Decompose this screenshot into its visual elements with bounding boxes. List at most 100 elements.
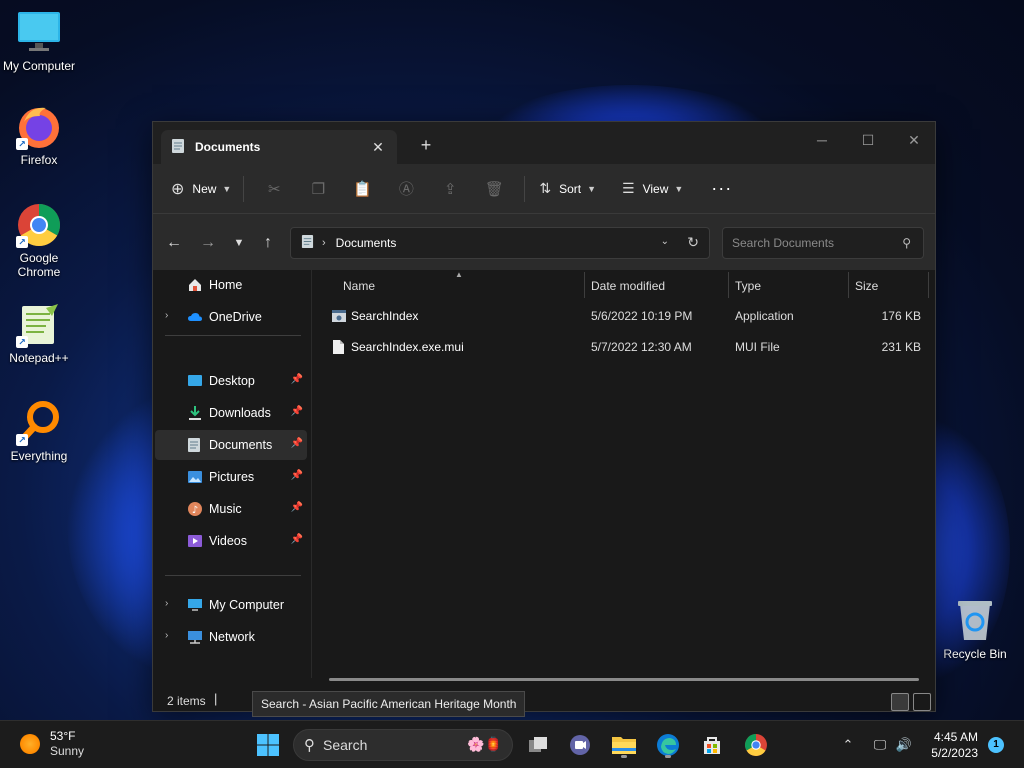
desktop-icon-notepadpp[interactable]: ↗ Notepad++: [0, 302, 78, 365]
delete-icon[interactable]: 🗑: [480, 175, 508, 203]
close-tab-icon[interactable]: ✕: [369, 138, 387, 156]
pin-icon[interactable]: 📌: [291, 406, 303, 417]
refresh-icon[interactable]: ↻: [687, 234, 699, 251]
chevron-right-icon[interactable]: ›: [165, 630, 168, 641]
clock[interactable]: 4:45 AM 5/2/2023: [928, 729, 978, 761]
new-tab-button[interactable]: +: [415, 134, 437, 156]
view-button[interactable]: ☰ View ▼: [622, 173, 683, 205]
taskbar-search[interactable]: ⚲ 🌸🏮: [293, 729, 513, 761]
breadcrumb[interactable]: Documents: [336, 236, 397, 250]
share-icon[interactable]: ⇪: [436, 175, 464, 203]
chevron-down-icon[interactable]: ⌄: [661, 236, 669, 247]
nav-item-downloads[interactable]: Downloads 📌: [155, 398, 307, 428]
nav-item-desktop[interactable]: Desktop 📌: [155, 366, 307, 396]
column-header-type[interactable]: Type: [727, 272, 847, 300]
address-bar[interactable]: › Documents ⌄ ↻: [290, 227, 710, 259]
close-window-button[interactable]: ✕: [891, 126, 937, 154]
desktop-icon-label: Recycle Bin: [943, 647, 1007, 661]
pin-icon[interactable]: 📌: [291, 502, 303, 513]
column-header-date[interactable]: Date modified: [583, 272, 727, 300]
pin-icon[interactable]: 📌: [291, 534, 303, 545]
column-header-size[interactable]: Size: [847, 272, 927, 300]
pin-icon[interactable]: 📌: [291, 470, 303, 481]
search-input[interactable]: [723, 228, 888, 258]
task-view-button[interactable]: [522, 729, 554, 761]
paste-icon[interactable]: 📋: [348, 175, 376, 203]
details-view-icon[interactable]: [891, 693, 909, 711]
videos-icon: [187, 533, 203, 549]
nav-item-videos[interactable]: Videos 📌: [155, 526, 307, 556]
chevron-up-icon[interactable]: ⌃: [838, 735, 858, 755]
copy-icon[interactable]: ❐: [304, 175, 332, 203]
chevron-right-icon[interactable]: ›: [165, 310, 168, 321]
shortcut-arrow-icon: ↗: [16, 138, 28, 150]
tab-documents[interactable]: Documents ✕: [161, 130, 397, 164]
nav-divider: [165, 575, 301, 576]
table-row[interactable]: SearchIndex.exe.mui 5/7/2022 12:30 AM MU…: [321, 332, 929, 362]
tab-title: Documents: [195, 140, 261, 154]
cut-icon[interactable]: ✂: [260, 175, 288, 203]
network-icon[interactable]: 🖵: [870, 735, 890, 755]
desktop-icon-chrome[interactable]: ↗ Google Chrome: [0, 202, 78, 279]
monitor-icon: [187, 597, 203, 613]
start-button[interactable]: [252, 729, 284, 761]
file-date: 5/7/2022 12:30 AM: [591, 340, 692, 354]
nav-item-network[interactable]: › Network: [155, 622, 307, 652]
chevron-right-icon[interactable]: ›: [165, 598, 168, 609]
toolbar-divider: [243, 175, 245, 202]
pin-icon[interactable]: 📌: [291, 438, 303, 449]
desktop-icon-my-computer[interactable]: My Computer: [0, 10, 78, 73]
running-indicator: [621, 755, 627, 758]
file-explorer-button[interactable]: [608, 729, 640, 761]
taskbar-search-input[interactable]: [323, 737, 443, 753]
desktop-icon-recycle-bin[interactable]: Recycle Bin: [936, 598, 1014, 661]
large-icons-view-icon[interactable]: [913, 693, 931, 711]
desktop-icon-label: Google Chrome: [17, 251, 61, 279]
nav-item-my-computer[interactable]: › My Computer: [155, 590, 307, 620]
column-divider[interactable]: [928, 272, 929, 298]
chrome-icon: [745, 734, 767, 756]
store-button[interactable]: [696, 729, 728, 761]
teams-chat-button[interactable]: [564, 729, 596, 761]
minimize-button[interactable]: ─: [799, 126, 845, 154]
plus-circle-icon: ⊕: [171, 180, 185, 198]
nav-item-pictures[interactable]: Pictures 📌: [155, 462, 307, 492]
nav-item-music[interactable]: ♪ Music 📌: [155, 494, 307, 524]
sort-label: Sort: [559, 181, 582, 196]
svg-text:♪: ♪: [192, 505, 198, 516]
up-arrow-icon[interactable]: ↑: [256, 231, 280, 255]
pin-icon[interactable]: 📌: [291, 374, 303, 385]
documents-icon: [187, 437, 203, 453]
nav-item-documents[interactable]: Documents 📌: [155, 430, 307, 460]
status-separator: |: [214, 691, 218, 706]
weather-widget[interactable]: 53°F Sunny: [20, 729, 84, 759]
notification-badge[interactable]: 1: [988, 737, 1004, 753]
file-size: 176 KB: [881, 309, 921, 323]
back-arrow-icon[interactable]: ←: [162, 231, 186, 255]
recent-locations-chevron-icon[interactable]: ▼: [227, 231, 251, 255]
sort-icon: ⇅: [539, 180, 552, 196]
command-bar: ⊕ New ▼ ✂ ❐ 📋 Ⓐ ⇪ 🗑 ⇅ Sort ▼ ☰ View ▼ ··…: [153, 164, 935, 214]
maximize-button[interactable]: ☐: [845, 126, 891, 154]
new-button[interactable]: ⊕ New ▼: [171, 173, 231, 205]
application-icon: [331, 308, 347, 324]
forward-arrow-icon[interactable]: →: [196, 231, 220, 255]
desktop-icon-label: Firefox: [20, 153, 58, 167]
chrome-taskbar-button[interactable]: [740, 729, 772, 761]
windows-logo-icon: [257, 734, 279, 756]
edge-button[interactable]: [652, 729, 684, 761]
sort-button[interactable]: ⇅ Sort ▼: [539, 173, 596, 205]
nav-item-onedrive[interactable]: › OneDrive: [155, 302, 307, 332]
column-header-name[interactable]: Name: [335, 272, 585, 300]
pane-splitter[interactable]: [311, 270, 312, 678]
more-options-button[interactable]: ···: [711, 173, 732, 205]
nav-item-home[interactable]: Home: [155, 270, 307, 300]
table-row[interactable]: SearchIndex 5/6/2022 10:19 PM Applicatio…: [321, 301, 929, 331]
volume-icon[interactable]: 🔊: [894, 735, 914, 755]
rename-icon[interactable]: Ⓐ: [392, 175, 420, 203]
search-box[interactable]: ⚲: [722, 227, 924, 259]
desktop-icon-firefox[interactable]: ↗ Firefox: [0, 104, 78, 167]
chevron-down-icon: ▼: [222, 183, 232, 194]
desktop-icon-everything[interactable]: ↗ Everything: [0, 400, 78, 463]
file-explorer-window: Documents ✕ + ─ ☐ ✕ ⊕ New ▼ ✂ ❐ 📋 Ⓐ ⇪ 🗑 …: [152, 121, 936, 712]
